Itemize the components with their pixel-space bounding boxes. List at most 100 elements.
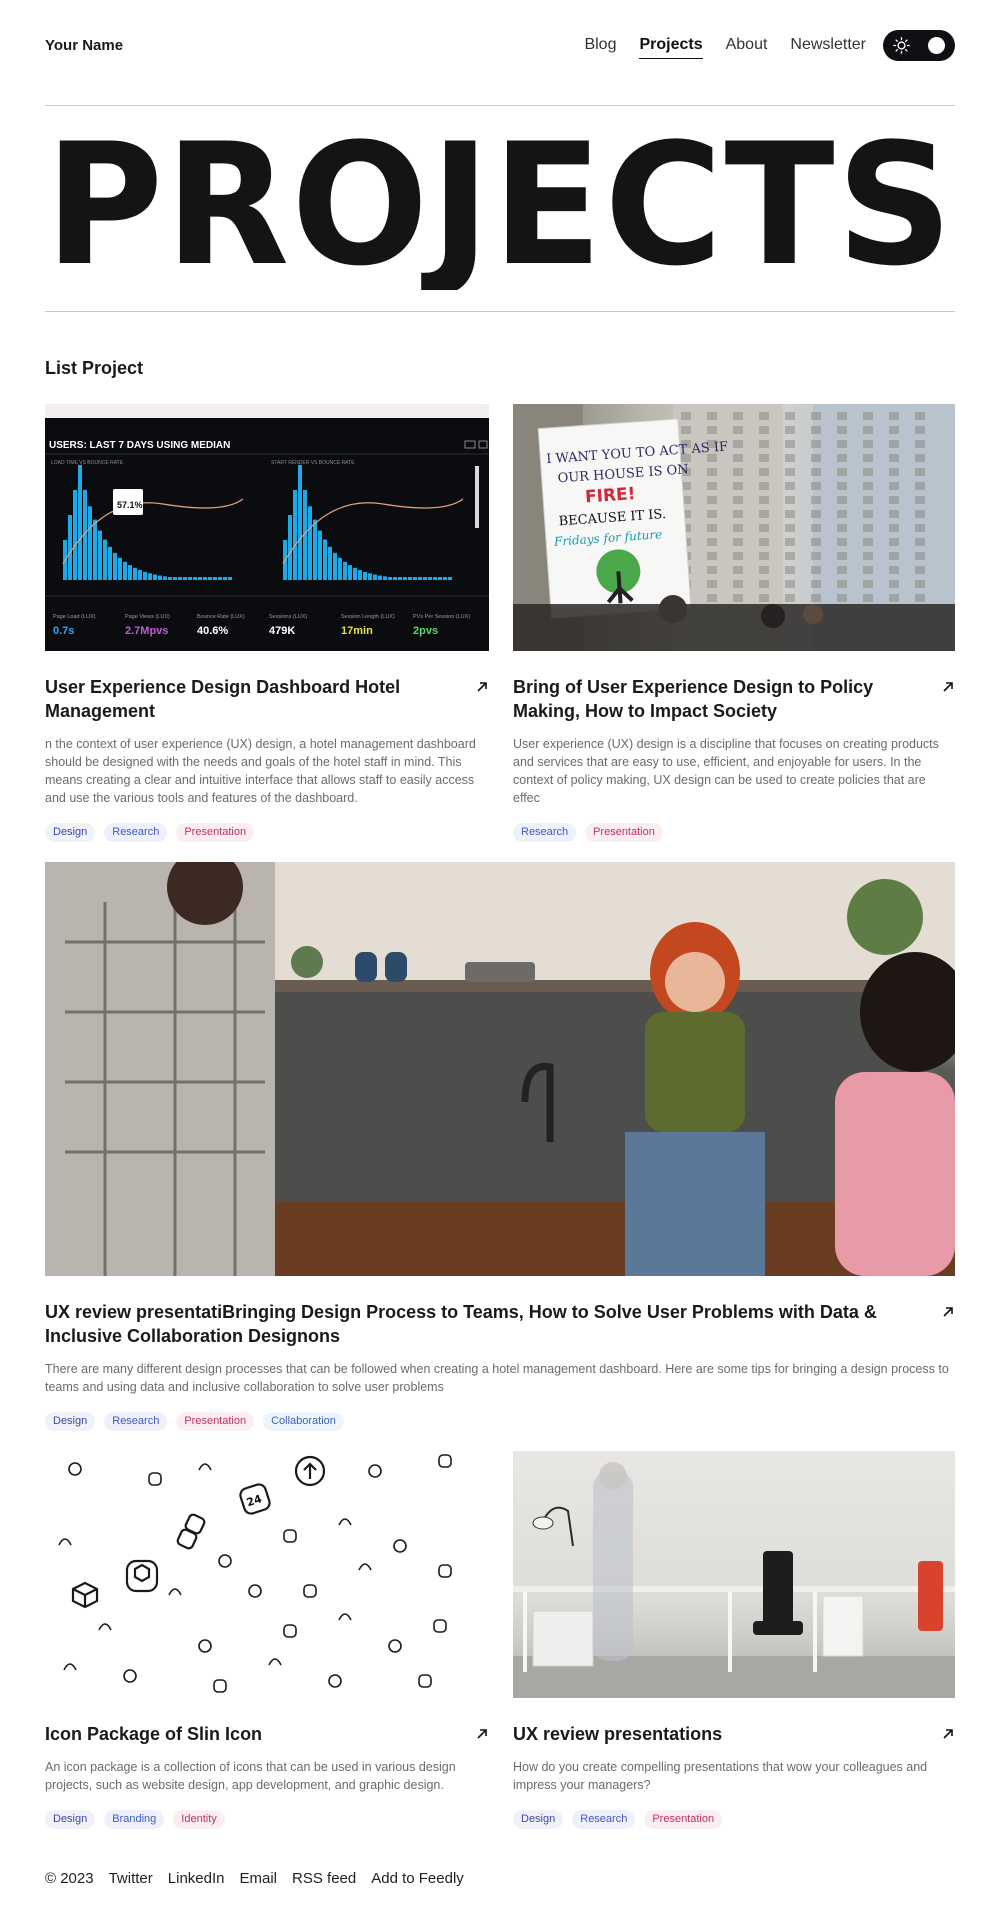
- window: [759, 580, 769, 588]
- nav-newsletter[interactable]: Newsletter: [790, 34, 866, 56]
- window: [811, 440, 821, 448]
- square-icon: [438, 1564, 452, 1578]
- project-card[interactable]: 24 Icon Package of Slin Icon An icon pac…: [45, 1451, 489, 1829]
- tag-presentation[interactable]: Presentation: [176, 1412, 255, 1431]
- footer-link-twitter[interactable]: Twitter: [109, 1870, 153, 1887]
- window: [759, 440, 769, 448]
- arrow-up-right-icon[interactable]: [941, 1727, 955, 1741]
- histogram-bar: [188, 577, 192, 580]
- square-icon: [418, 1674, 432, 1688]
- footer-link-feedly[interactable]: Add to Feedly: [371, 1870, 464, 1887]
- nav-projects[interactable]: Projects: [639, 34, 703, 59]
- histogram-bar: [173, 577, 177, 580]
- tag-research[interactable]: Research: [572, 1810, 636, 1829]
- tag-research[interactable]: Research: [104, 1412, 168, 1431]
- tag-presentation[interactable]: Presentation: [644, 1810, 723, 1829]
- project-card[interactable]: UX review presentations How do you creat…: [513, 1451, 955, 1829]
- window: [889, 440, 899, 448]
- hero: PROJECTS: [45, 120, 955, 290]
- histogram-bar: [213, 577, 217, 580]
- nav-about[interactable]: About: [726, 34, 768, 56]
- window: [733, 482, 743, 490]
- card-title[interactable]: User Experience Design Dashboard Hotel M…: [45, 675, 459, 723]
- window: [785, 496, 795, 504]
- tag-identity[interactable]: Identity: [173, 1810, 225, 1829]
- tag-design[interactable]: Design: [45, 1810, 96, 1829]
- protest-illustration: I WANT YOU TO ACT AS IF OUR HOUSE IS ON …: [513, 404, 955, 651]
- window: [915, 412, 925, 420]
- window: [759, 538, 769, 546]
- window: [707, 552, 717, 560]
- histogram-bar: [103, 539, 107, 580]
- window: [785, 594, 795, 602]
- chart-right-label: START RENDER VS BOUNCE RATE: [271, 460, 355, 466]
- window: [733, 566, 743, 574]
- tag-presentation[interactable]: Presentation: [585, 823, 663, 842]
- window: [837, 510, 847, 518]
- window: [837, 440, 847, 448]
- arrow-up-right-icon[interactable]: [941, 1305, 955, 1319]
- histogram-bar: [313, 519, 317, 580]
- metric-value: 479K: [269, 625, 295, 637]
- window: [915, 468, 925, 476]
- metric-label: Session Length (LUX): [341, 614, 395, 620]
- nav-blog[interactable]: Blog: [584, 34, 616, 56]
- metric-label: Page Views (LUX): [125, 614, 170, 620]
- project-card[interactable]: I WANT YOU TO ACT AS IF OUR HOUSE IS ON …: [513, 404, 955, 842]
- window: [785, 566, 795, 574]
- tag-branding[interactable]: Branding: [104, 1810, 165, 1829]
- cloud-icon: [198, 1463, 212, 1471]
- tag-research[interactable]: Research: [104, 823, 168, 842]
- card-title[interactable]: Icon Package of Slin Icon: [45, 1722, 262, 1746]
- project-card[interactable]: USERS: LAST 7 DAYS USING MEDIAN LOAD TIM…: [45, 404, 489, 842]
- histogram-bar: [308, 506, 312, 580]
- project-card[interactable]: UX review presentatiBringing Design Proc…: [45, 862, 955, 1431]
- card-title[interactable]: Bring of User Experience Design to Polic…: [513, 675, 925, 723]
- arrow-up-right-icon[interactable]: [475, 680, 489, 694]
- theme-toggle[interactable]: [883, 29, 955, 61]
- histogram-bar: [363, 571, 367, 580]
- dashboard-header: USERS: LAST 7 DAYS USING MEDIAN: [49, 440, 230, 451]
- window: [889, 524, 899, 532]
- window: [863, 412, 873, 420]
- window: [759, 426, 769, 434]
- window: [733, 510, 743, 518]
- metric-label: Page Load (LUX): [53, 614, 96, 620]
- circle-icon: [393, 1539, 407, 1553]
- window: [837, 580, 847, 588]
- window: [785, 524, 795, 532]
- histogram-bar: [88, 506, 92, 580]
- window: [889, 552, 899, 560]
- tag-research[interactable]: Research: [513, 823, 577, 842]
- footer-link-linkedin[interactable]: LinkedIn: [168, 1870, 225, 1887]
- square-icon: [148, 1472, 162, 1486]
- window: [811, 566, 821, 574]
- footer-link-rss[interactable]: RSS feed: [292, 1870, 356, 1887]
- site-brand[interactable]: Your Name: [45, 37, 123, 54]
- window: [889, 566, 899, 574]
- card-title[interactable]: UX review presentations: [513, 1722, 722, 1746]
- histogram-bar: [423, 577, 427, 580]
- cloud-icon: [58, 1538, 72, 1546]
- tag-design[interactable]: Design: [45, 1412, 96, 1431]
- arrow-up-right-icon[interactable]: [941, 680, 955, 694]
- window: [837, 566, 847, 574]
- histogram-bar: [323, 539, 327, 580]
- icon-badge-label: 24: [245, 1492, 264, 1509]
- window: [733, 580, 743, 588]
- histogram-bar: [158, 575, 162, 580]
- tag-presentation[interactable]: Presentation: [176, 823, 255, 842]
- card-tags: Design Research Presentation: [45, 823, 489, 842]
- circle-icon: [198, 1639, 212, 1653]
- card-title[interactable]: UX review presentatiBringing Design Proc…: [45, 1300, 925, 1348]
- tag-collaboration[interactable]: Collaboration: [263, 1412, 344, 1431]
- arrow-up-right-icon[interactable]: [475, 1727, 489, 1741]
- window: [733, 524, 743, 532]
- footer-link-email[interactable]: Email: [240, 1870, 278, 1887]
- window: [837, 426, 847, 434]
- tag-design[interactable]: Design: [513, 1810, 564, 1829]
- toggle-knob: [928, 36, 945, 54]
- window: [681, 412, 691, 420]
- window: [733, 412, 743, 420]
- tag-design[interactable]: Design: [45, 823, 96, 842]
